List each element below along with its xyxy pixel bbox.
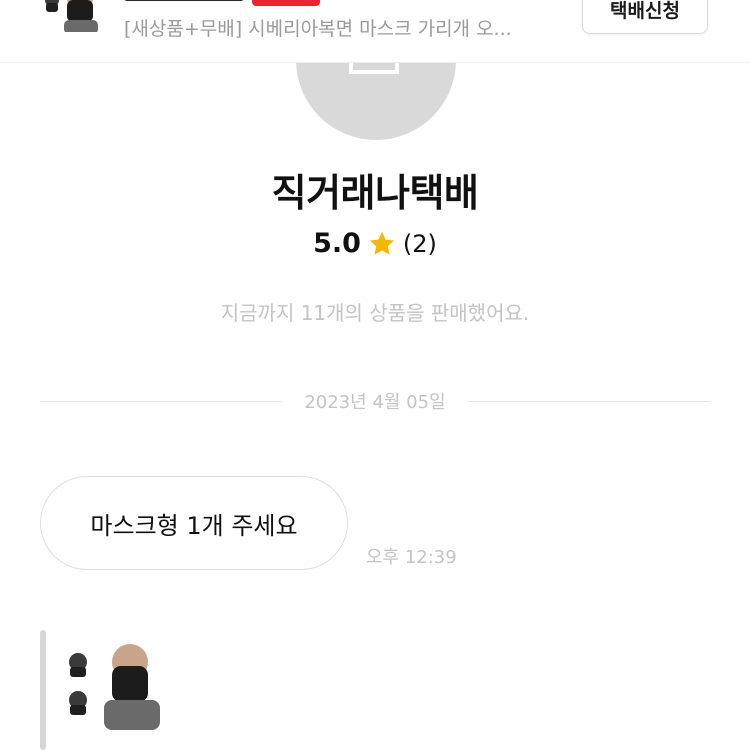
- shared-card-accent: [40, 630, 46, 750]
- balaclava-mask-image: [69, 644, 160, 730]
- message-bubble[interactable]: 마스크형 1개 주세요: [40, 476, 348, 570]
- review-count: (2): [402, 229, 437, 258]
- product-price: [124, 0, 244, 1]
- message-time: 오후 12:39: [366, 547, 457, 568]
- product-meta-row: [124, 0, 438, 6]
- sales-summary: 지금까지 11개의 상품을 판매했어요.: [220, 301, 530, 325]
- date-divider: 2023년 4월 05일: [40, 388, 711, 414]
- divider-line: [40, 400, 283, 402]
- rating-score: 5.0: [313, 228, 361, 259]
- product-title[interactable]: [새상품+무배] 시베리아복면 마스크 가리개 오...: [124, 14, 574, 41]
- chat-date: 2023년 4월 05일: [304, 392, 446, 413]
- status-badge: [252, 0, 320, 6]
- balaclava-mask-image: [45, 0, 98, 32]
- chat-screen: [새상품+무배] 시베리아복면 마스크 가리개 오... 택배신청 직거래나택배…: [0, 0, 750, 750]
- product-thumbnail[interactable]: [40, 0, 104, 32]
- shared-product-card[interactable]: [62, 640, 164, 730]
- message-text: 마스크형 1개 주세요: [90, 511, 298, 540]
- star-icon: [369, 231, 395, 255]
- seller-name: 직거래나택배: [271, 171, 479, 215]
- delivery-request-button[interactable]: 택배신청: [582, 0, 708, 34]
- seller-rating: 5.0 (2): [0, 228, 750, 259]
- product-info-bar[interactable]: [새상품+무배] 시베리아복면 마스크 가리개 오... 택배신청: [0, 0, 750, 63]
- divider-line: [467, 400, 711, 402]
